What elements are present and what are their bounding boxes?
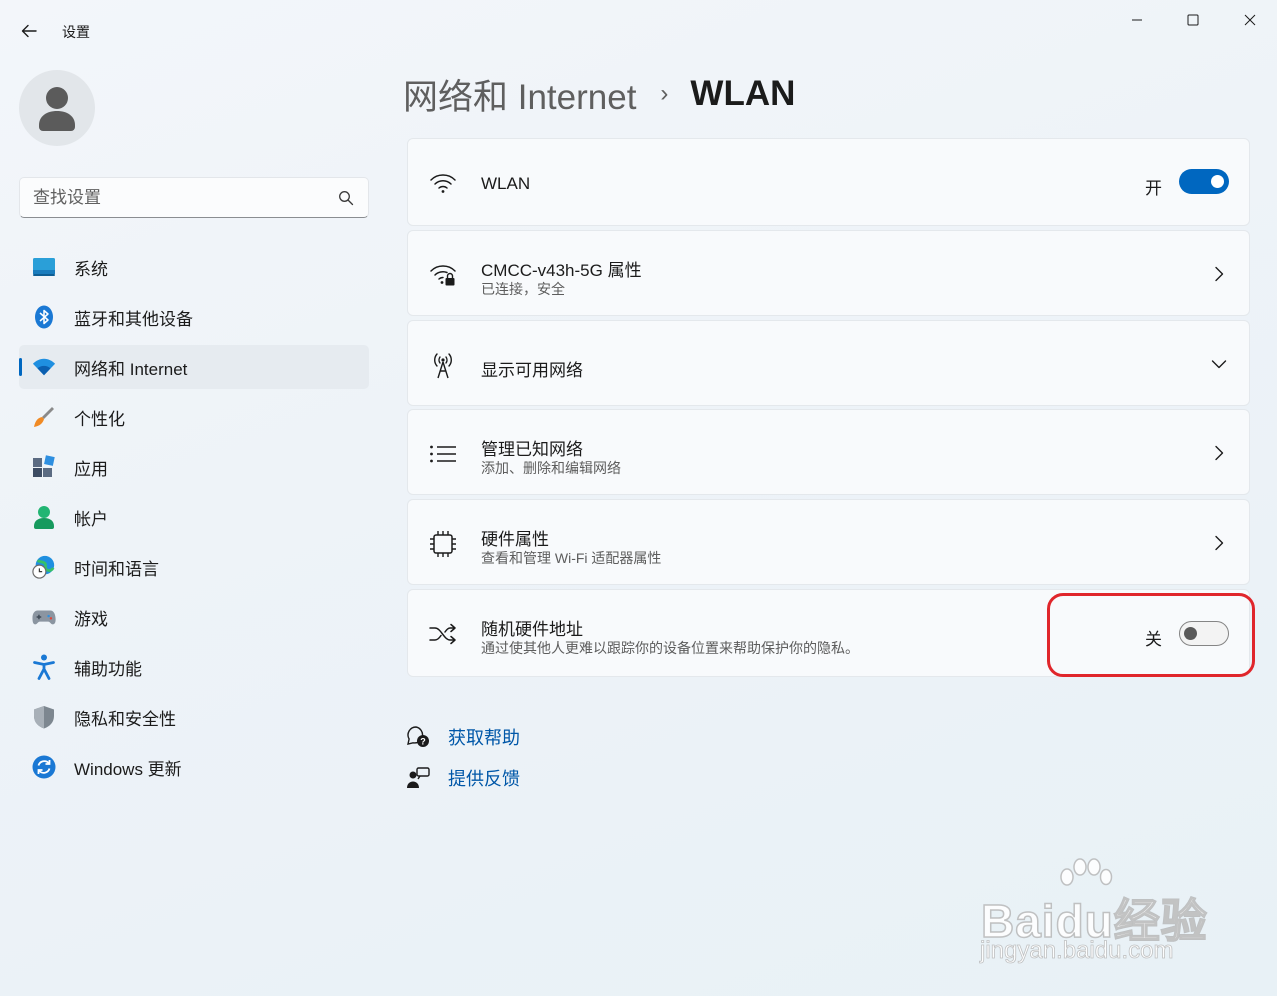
apps-icon — [32, 455, 56, 479]
close-button[interactable] — [1235, 8, 1265, 32]
sidebar-item-system[interactable]: 系统 — [19, 245, 369, 289]
system-display-icon — [32, 255, 56, 279]
back-button[interactable] — [14, 16, 44, 46]
minimize-icon — [1132, 19, 1142, 21]
sidebar-item-personalization[interactable]: 个性化 — [19, 395, 369, 439]
account-icon — [32, 505, 56, 529]
get-help-label: 获取帮助 — [448, 728, 520, 748]
feedback-icon — [405, 765, 431, 791]
card-title: 显示可用网络 — [481, 361, 583, 380]
sidebar-item-network[interactable]: 网络和 Internet — [19, 345, 369, 389]
watermark: Baidu经验 jingyan.baidu.com — [975, 855, 1215, 975]
search-box — [19, 177, 369, 218]
paw-logo-icon — [1060, 858, 1113, 886]
paintbrush-icon — [32, 405, 56, 429]
known-networks-card[interactable]: 管理已知网络 添加、删除和编辑网络 — [407, 409, 1250, 495]
toggle-knob — [1184, 627, 1197, 640]
minimize-button[interactable] — [1122, 8, 1152, 32]
sidebar-item-gaming[interactable]: 游戏 — [19, 595, 369, 639]
close-icon — [1244, 14, 1256, 26]
chevron-right-icon — [1211, 445, 1227, 461]
sidebar-item-label: 应用 — [74, 459, 108, 479]
avatar[interactable] — [19, 70, 95, 146]
bluetooth-icon — [32, 305, 56, 329]
chevron-down-icon — [1211, 356, 1227, 372]
maximize-button[interactable] — [1178, 8, 1208, 32]
sidebar-item-label: Windows 更新 — [74, 759, 182, 779]
page-title: WLAN — [690, 74, 796, 113]
breadcrumb-separator: › — [660, 80, 669, 107]
antenna-icon — [428, 350, 458, 380]
card-title: 管理已知网络 — [481, 440, 583, 459]
wifi-icon — [32, 355, 56, 379]
sidebar-item-apps[interactable]: 应用 — [19, 445, 369, 489]
accessibility-icon — [32, 654, 56, 680]
list-icon — [428, 439, 458, 469]
search-icon[interactable] — [338, 190, 354, 206]
toggle-knob — [1211, 175, 1224, 188]
feedback-label: 提供反馈 — [448, 769, 520, 789]
sidebar-item-label: 帐户 — [74, 509, 108, 529]
card-subtitle: 已连接，安全 — [481, 281, 565, 297]
toggle-state-label: 关 — [1145, 630, 1162, 649]
user-icon — [39, 87, 75, 131]
windows-update-icon — [32, 755, 56, 779]
feedback-link[interactable]: 提供反馈 — [405, 764, 520, 792]
card-title: WLAN — [481, 174, 531, 193]
sidebar-item-accessibility[interactable]: 辅助功能 — [19, 645, 369, 689]
search-input[interactable] — [33, 187, 323, 209]
sidebar-item-label: 网络和 Internet — [74, 359, 188, 379]
breadcrumb-parent[interactable]: 网络和 Internet — [403, 69, 636, 120]
get-help-link[interactable]: ? 获取帮助 — [405, 723, 520, 751]
network-properties-card[interactable]: CMCC-v43h-5G 属性 已连接，安全 — [407, 230, 1250, 316]
toggle-state-label: 开 — [1145, 179, 1162, 198]
gamepad-icon — [32, 605, 56, 629]
sidebar-item-privacy[interactable]: 隐私和安全性 — [19, 695, 369, 739]
chevron-right-icon — [1211, 266, 1227, 282]
sidebar-item-label: 蓝牙和其他设备 — [74, 309, 193, 329]
sidebar-item-windows-update[interactable]: Windows 更新 — [19, 745, 369, 789]
sidebar-item-accounts[interactable]: 帐户 — [19, 495, 369, 539]
sidebar-item-label: 时间和语言 — [74, 559, 159, 579]
breadcrumb: 网络和 Internet › WLAN — [403, 72, 796, 117]
sidebar-item-bluetooth[interactable]: 蓝牙和其他设备 — [19, 295, 369, 339]
watermark-main: Baidu经验 — [980, 894, 1208, 948]
sidebar-nav: 系统 蓝牙和其他设备 网络和 Internet 个性化 应用 帐户 时间和语言 … — [19, 245, 369, 795]
wlan-card: WLAN 开 — [407, 138, 1250, 226]
sidebar-item-label: 辅助功能 — [74, 659, 142, 679]
shuffle-icon — [428, 619, 458, 649]
chevron-right-icon — [1211, 535, 1227, 551]
available-networks-card[interactable]: 显示可用网络 — [407, 320, 1250, 406]
svg-text:?: ? — [420, 737, 426, 747]
card-title: 硬件属性 — [481, 530, 549, 549]
sidebar-item-label: 隐私和安全性 — [74, 709, 176, 729]
card-subtitle: 查看和管理 Wi-Fi 适配器属性 — [481, 550, 662, 566]
card-subtitle: 添加、删除和编辑网络 — [481, 460, 621, 476]
globe-clock-icon — [32, 555, 56, 579]
help-chat-icon: ? — [405, 724, 431, 750]
sidebar-item-time-language[interactable]: 时间和语言 — [19, 545, 369, 589]
maximize-icon — [1187, 14, 1199, 26]
sidebar-item-label: 系统 — [74, 259, 108, 279]
card-title: 随机硬件地址 — [481, 620, 583, 639]
arrow-left-icon — [21, 24, 37, 38]
card-subtitle: 通过使其他人更难以跟踪你的设备位置来帮助保护你的隐私。 — [481, 640, 859, 656]
shield-icon — [32, 705, 56, 729]
chip-icon — [428, 529, 458, 559]
card-title: CMCC-v43h-5G 属性 — [481, 261, 642, 280]
wifi-lock-icon — [428, 260, 458, 290]
sidebar-item-label: 游戏 — [74, 609, 108, 629]
watermark-sub: jingyan.baidu.com — [980, 937, 1174, 965]
random-mac-card: 随机硬件地址 通过使其他人更难以跟踪你的设备位置来帮助保护你的隐私。 关 — [407, 589, 1250, 677]
hardware-properties-card[interactable]: 硬件属性 查看和管理 Wi-Fi 适配器属性 — [407, 499, 1250, 585]
app-title: 设置 — [62, 24, 90, 40]
wlan-toggle[interactable] — [1179, 169, 1229, 194]
title-bar: 设置 — [0, 0, 1277, 60]
random-mac-toggle[interactable] — [1179, 621, 1229, 646]
wifi-icon — [428, 168, 458, 198]
sidebar-item-label: 个性化 — [74, 409, 125, 429]
